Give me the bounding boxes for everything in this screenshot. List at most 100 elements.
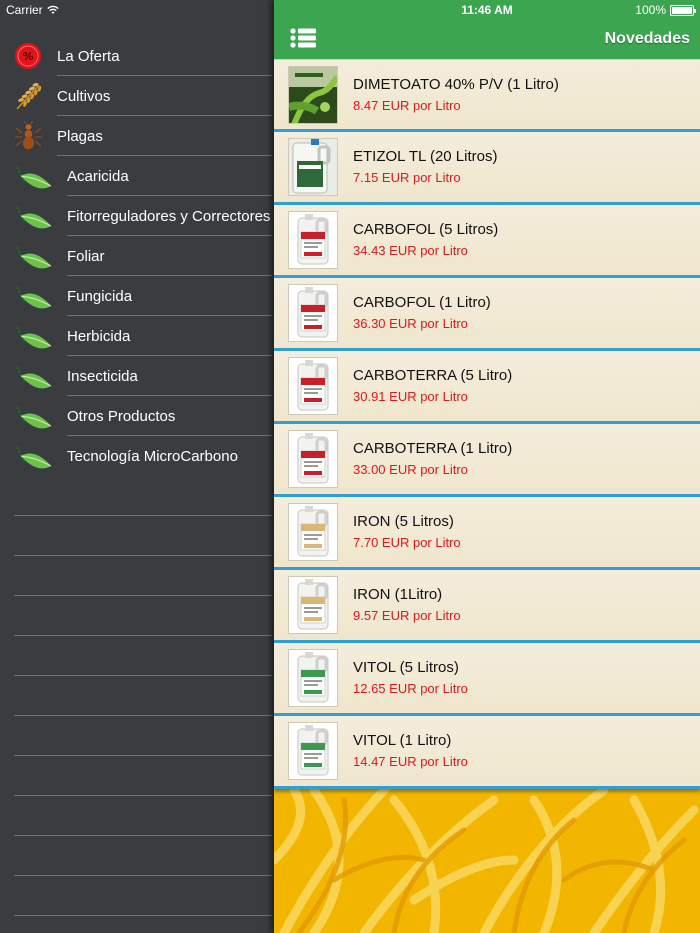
product-name: CARBOFOL (1 Litro) [353,294,491,311]
empty-row [14,756,272,796]
product-thumbnail [288,430,338,488]
sidebar-item[interactable]: Tecnología MicroCarbono [0,436,274,476]
leaf-icon [13,244,53,272]
product-name: VITOL (5 Litros) [353,659,459,676]
product-name: IRON (1Litro) [353,586,443,603]
navigation-bar: 11:46 AM 100% Novedades [274,0,700,59]
product-price: 7.15 EUR por Litro [353,170,461,185]
empty-row [14,836,272,876]
product-row[interactable]: ETIZOL TL (20 Litros) 7.15 EUR por Litro [274,132,700,205]
product-row[interactable]: CARBOFOL (1 Litro) 36.30 EUR por Litro [274,278,700,351]
product-price: 36.30 EUR por Litro [353,316,468,331]
product-name: CARBOTERRA (5 Litro) [353,367,513,384]
sidebar-item-label: Foliar [67,247,105,265]
product-thumbnail [288,722,338,780]
leaf-icon [13,324,53,352]
sidebar-item[interactable]: Insecticida [0,356,274,396]
list-menu-icon [290,28,316,48]
product-price: 8.47 EUR por Litro [353,98,461,113]
empty-row [14,876,272,916]
product-row[interactable]: VITOL (5 Litros) 12.65 EUR por Litro [274,643,700,716]
status-bar-right: 100% [635,3,696,17]
product-thumbnail [288,138,338,196]
product-thumbnail [288,649,338,707]
product-name: CARBOTERRA (1 Litro) [353,440,513,457]
sidebar-item-label: La Oferta [57,47,120,65]
sidebar-item-label: Insecticida [67,367,138,385]
empty-row [14,716,272,756]
product-thumbnail [288,66,338,124]
product-thumbnail [288,503,338,561]
product-row[interactable]: IRON (1Litro) 9.57 EUR por Litro [274,570,700,643]
empty-row [14,636,272,676]
menu-toggle-button[interactable] [290,27,316,49]
sidebar-item[interactable]: Fungicida [0,276,274,316]
battery-percent: 100% [635,3,666,17]
leaf-icon [13,364,53,392]
empty-row [14,476,272,516]
main-panel: 11:46 AM 100% Novedades DIMETOATO 40% P/… [274,0,700,933]
empty-row [14,596,272,636]
sidebar-item-label: Plagas [57,127,103,145]
product-name: DIMETOATO 40% P/V (1 Litro) [353,76,559,93]
empty-row [14,516,272,556]
product-name: ETIZOL TL (20 Litros) [353,148,498,165]
empty-row [14,676,272,716]
product-thumbnail [288,576,338,634]
status-bar-left: Carrier [6,3,59,17]
sidebar-item[interactable]: Cultivos [0,76,274,116]
product-row[interactable]: CARBOFOL (5 Litros) 34.43 EUR por Litro [274,205,700,278]
leaf-icon [13,284,53,312]
leaf-icon [13,404,53,432]
sidebar-item-label: Fungicida [67,287,133,305]
product-price: 12.65 EUR por Litro [353,681,468,696]
product-thumbnail [288,284,338,342]
page-title: Novedades [604,30,690,47]
product-list: DIMETOATO 40% P/V (1 Litro) 8.47 EUR por … [274,59,700,789]
sidebar-item[interactable]: Otros Productos [0,396,274,436]
offer-badge-icon: % [13,41,45,71]
sidebar-item[interactable]: Plagas [0,116,274,156]
product-thumbnail [288,211,338,269]
product-price: 30.91 EUR por Litro [353,389,468,404]
sidebar-item[interactable]: Herbicida [0,316,274,356]
sidebar-item-label: Acaricida [67,167,129,185]
leaf-icon [13,164,53,192]
battery-icon [670,4,696,16]
wifi-icon [46,5,59,15]
sidebar-item[interactable]: Acaricida [0,156,274,196]
product-name: IRON (5 Litros) [353,513,454,530]
sidebar-item[interactable]: Foliar [0,236,274,276]
side-menu: Carrier % La Oferta Cultivos Plagas Acaricid… [0,0,274,933]
carrier-label: Carrier [6,3,43,17]
product-price: 34.43 EUR por Litro [353,243,468,258]
sidebar-item-label: Otros Productos [67,407,176,425]
sidebar-item-label: Tecnología MicroCarbono [67,447,238,465]
sidebar-item[interactable]: % La Oferta [0,36,274,76]
leaf-icon [13,204,53,232]
product-price: 9.57 EUR por Litro [353,608,461,623]
category-menu: % La Oferta Cultivos Plagas Acaricida Fitorre… [0,36,274,476]
sidebar-item-label: Cultivos [57,87,111,105]
sidebar-item-label: Herbicida [67,327,131,345]
menu-empty-rows [0,476,274,916]
product-thumbnail [288,357,338,415]
product-row[interactable]: IRON (5 Litros) 7.70 EUR por Litro [274,497,700,570]
ant-icon [13,120,45,151]
product-price: 7.70 EUR por Litro [353,535,461,550]
product-row[interactable]: CARBOTERRA (1 Litro) 33.00 EUR por Litro [274,424,700,497]
product-row[interactable]: VITOL (1 Litro) 14.47 EUR por Litro [274,716,700,789]
leaf-icon [13,444,53,472]
empty-row [14,796,272,836]
product-name: VITOL (1 Litro) [353,732,452,749]
wheat-icon [13,81,45,111]
product-name: CARBOFOL (5 Litros) [353,221,499,238]
product-row[interactable]: CARBOTERRA (5 Litro) 30.91 EUR por Litro [274,351,700,424]
svg-text:%: % [22,50,33,63]
product-row[interactable]: DIMETOATO 40% P/V (1 Litro) 8.47 EUR por … [274,59,700,132]
sidebar-item[interactable]: Fitorreguladores y Correctores [0,196,274,236]
product-price: 14.47 EUR por Litro [353,754,468,769]
product-price: 33.00 EUR por Litro [353,462,468,477]
empty-row [14,556,272,596]
sidebar-item-label: Fitorreguladores y Correctores [67,207,271,225]
